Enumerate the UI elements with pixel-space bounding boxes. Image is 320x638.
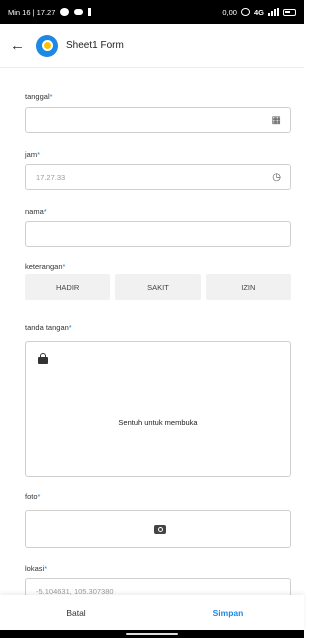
app-logo [36, 34, 58, 57]
camera-icon[interactable] [154, 525, 166, 534]
save-button[interactable]: Simpan [152, 608, 304, 618]
data-speed: 0,00 [222, 7, 237, 17]
network-type: 4G [253, 7, 264, 17]
system-nav-bar [0, 630, 304, 638]
keterangan-label: keterangan* [25, 262, 66, 271]
option-hadir[interactable]: HADIR [25, 274, 111, 300]
message-icon [60, 8, 70, 16]
tanggal-input[interactable]: ▦ [25, 107, 291, 133]
nama-label: nama* [25, 207, 47, 216]
app-bar: ← Sheet1 Form [0, 24, 304, 68]
chat-icon [74, 9, 84, 15]
tanda-tangan-label: tanda tangan* [25, 323, 72, 332]
back-arrow-icon[interactable]: ← [10, 37, 30, 54]
option-sakit[interactable]: SAKIT [115, 274, 201, 300]
jam-label: jam* [25, 150, 41, 159]
notification-icon [88, 8, 92, 16]
signature-pad[interactable]: Sentuh untuk membuka [25, 341, 291, 477]
status-time: Min 16 | 17.27 [8, 7, 56, 17]
jam-input[interactable]: 17.27.33 ◷ [25, 164, 291, 190]
photo-upload[interactable] [25, 510, 291, 548]
form-body: tanggal* ▦ jam* 17.27.33 ◷ nama* keteran… [0, 68, 304, 595]
lock-icon [38, 353, 48, 364]
foto-label: foto* [25, 492, 41, 501]
cancel-button[interactable]: Batal [0, 608, 152, 618]
lokasi-input[interactable]: -5.104631, 105.307380 [25, 578, 291, 595]
home-handle[interactable] [126, 633, 178, 635]
hotspot-icon [240, 8, 250, 16]
lokasi-label: lokasi* [25, 564, 48, 573]
app-title: Sheet1 Form [66, 40, 124, 51]
signal-icon [268, 8, 279, 16]
nama-input[interactable] [25, 221, 291, 247]
keterangan-options: HADIR SAKIT IZIN [25, 274, 291, 300]
battery-icon [283, 8, 296, 16]
option-izin[interactable]: IZIN [205, 274, 291, 300]
form-footer: Batal Simpan [0, 595, 304, 630]
clock-icon[interactable]: ◷ [272, 172, 281, 183]
lokasi-value: -5.104631, 105.307380 [36, 586, 114, 596]
calendar-icon[interactable]: ▦ [272, 115, 281, 126]
jam-value: 17.27.33 [36, 172, 66, 182]
status-bar: Min 16 | 17.27 0,00 4G [0, 0, 304, 24]
signature-hint: Sentuh untuk membuka [118, 418, 198, 427]
tanggal-label: tanggal* [25, 92, 53, 101]
